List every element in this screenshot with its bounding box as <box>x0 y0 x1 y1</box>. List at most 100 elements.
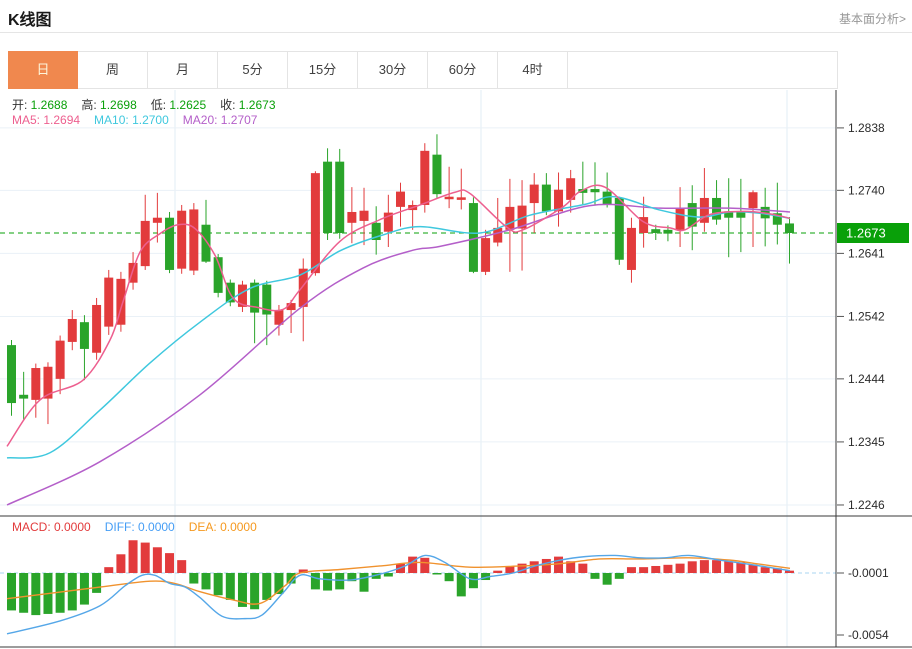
macd-bar <box>165 553 174 573</box>
candle <box>19 395 28 399</box>
macd-bar <box>676 564 685 573</box>
svg-text:1.2740: 1.2740 <box>848 183 885 197</box>
svg-text:1.2673: 1.2673 <box>846 226 886 241</box>
macd-bar <box>214 573 223 595</box>
legend-item: DEA: 0.0000 <box>189 520 257 534</box>
legend-item: 开: 1.2688 <box>12 98 67 112</box>
macd-bar <box>189 573 198 584</box>
macd-bar <box>432 573 441 575</box>
candle <box>420 151 429 205</box>
candle <box>141 221 150 266</box>
svg-text:-0.0001: -0.0001 <box>848 566 889 580</box>
candle <box>615 198 624 260</box>
macd-bar <box>311 573 320 589</box>
macd-bar <box>129 540 138 573</box>
macd-bar <box>578 564 587 573</box>
macd-bar <box>627 567 636 573</box>
tab-日[interactable]: 日 <box>8 51 78 89</box>
candle <box>530 185 539 203</box>
legend-item: 低: 1.2625 <box>151 98 206 112</box>
header-divider <box>0 32 912 33</box>
candle <box>736 212 745 218</box>
page-title: K线图 <box>8 6 52 30</box>
kline-widget: 1.28381.27401.26411.25421.24441.23451.22… <box>0 0 912 649</box>
candle <box>445 197 454 200</box>
macd-bar <box>116 554 125 573</box>
tab-周[interactable]: 周 <box>78 52 148 88</box>
candle <box>676 208 685 230</box>
candle <box>104 278 113 327</box>
macd-bar <box>141 543 150 573</box>
macd-bar <box>700 560 709 573</box>
candle <box>627 228 636 270</box>
legend-item: MA5: 1.2694 <box>12 113 80 127</box>
macd-bar <box>68 573 77 610</box>
macd-bar <box>615 573 624 579</box>
svg-text:1.2345: 1.2345 <box>848 435 885 449</box>
candle <box>396 192 405 207</box>
tab-5分[interactable]: 5分 <box>218 52 288 88</box>
macd-bar <box>761 567 770 573</box>
macd-bar <box>262 573 271 600</box>
macd-bar <box>104 567 113 573</box>
tab-60分[interactable]: 60分 <box>428 52 498 88</box>
svg-text:1.2838: 1.2838 <box>848 121 885 135</box>
macd-bar <box>153 547 162 573</box>
candle <box>201 225 210 262</box>
macd-bar <box>554 557 563 573</box>
macd-bar <box>226 573 235 600</box>
candle <box>335 162 344 233</box>
candle <box>80 322 89 349</box>
macd-bar <box>663 565 672 573</box>
candle <box>68 319 77 342</box>
macd-bar <box>724 561 733 573</box>
tab-4时[interactable]: 4时 <box>498 52 568 88</box>
tab-月[interactable]: 月 <box>148 52 218 88</box>
candle <box>189 209 198 270</box>
macd-bar <box>19 573 28 613</box>
candle <box>347 212 356 223</box>
macd-bar <box>7 573 16 610</box>
candle <box>457 197 466 200</box>
candle <box>590 189 599 192</box>
candle <box>92 305 101 353</box>
macd-bar <box>651 566 660 573</box>
macd-bar <box>469 573 478 588</box>
svg-text:1.2542: 1.2542 <box>848 309 885 323</box>
fundamental-analysis-link[interactable]: 基本面分析> <box>839 10 906 27</box>
macd-bar <box>590 573 599 579</box>
interval-tabbar: 日周月5分15分30分60分4时 <box>8 51 838 89</box>
legend-item: MA10: 1.2700 <box>94 113 169 127</box>
svg-text:1.2246: 1.2246 <box>848 498 885 512</box>
macd-bar <box>177 560 186 573</box>
legend-item: 收: 1.2673 <box>220 98 275 112</box>
candle <box>542 185 551 212</box>
macd-bar <box>688 561 697 573</box>
macd-bar <box>493 571 502 573</box>
candle <box>360 211 369 221</box>
macd-bar <box>420 558 429 573</box>
candle <box>469 203 478 272</box>
tab-15分[interactable]: 15分 <box>288 52 358 88</box>
candle <box>31 368 40 400</box>
candle <box>323 162 332 233</box>
macd-bar <box>335 573 344 589</box>
candle <box>712 198 721 220</box>
candle <box>785 223 794 233</box>
macd-bar <box>542 559 551 573</box>
candle <box>56 341 65 379</box>
tab-30分[interactable]: 30分 <box>358 52 428 88</box>
candle <box>7 345 16 403</box>
candle <box>481 238 490 272</box>
macd-bar <box>201 573 210 589</box>
candle <box>651 229 660 233</box>
macd-bar <box>712 560 721 573</box>
legend-item: MACD: 0.0000 <box>12 520 91 534</box>
candle <box>311 173 320 273</box>
macd-bar <box>360 573 369 592</box>
macd-bar <box>639 567 648 573</box>
legend-item: DIFF: 0.0000 <box>105 520 175 534</box>
macd-bar <box>445 573 454 581</box>
ma-legend: MA5: 1.2694MA10: 1.2700MA20: 1.2707 <box>12 113 271 127</box>
macd-bar <box>603 573 612 585</box>
